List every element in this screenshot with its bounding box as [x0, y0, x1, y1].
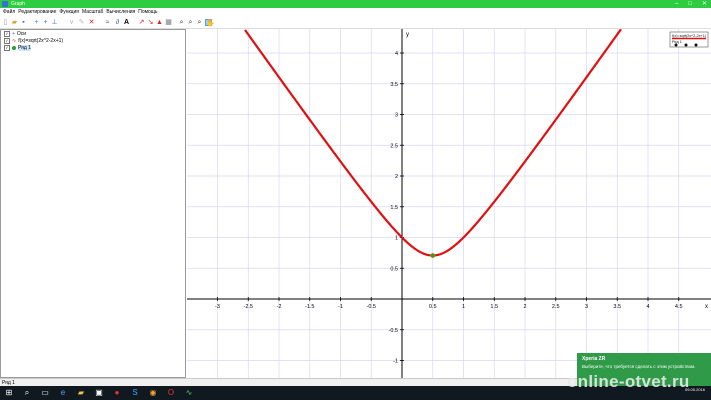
- y-tick-label: 3: [395, 113, 398, 119]
- app-icon: [2, 1, 8, 7]
- y-axis-label: y: [406, 32, 409, 38]
- title-bar: Graph – □ ✕: [0, 0, 711, 8]
- function-list-panel: ✓ + Оси ✓ ∿ f(x)=sqrt(2x^2-2x+1) ✓ Ряд 1: [0, 29, 186, 378]
- tree-item-label: Ряд 1: [18, 45, 31, 51]
- maximize-button[interactable]: □: [688, 0, 692, 8]
- delete-icon[interactable]: ✕: [88, 19, 95, 26]
- new-file-icon[interactable]: ▯: [2, 19, 9, 26]
- grid: [187, 29, 711, 378]
- menu-function[interactable]: Функция: [59, 8, 79, 17]
- save-icon[interactable]: ▪: [20, 19, 27, 26]
- x-tick-label: 2: [523, 304, 526, 310]
- x-tick-label: -1: [338, 304, 343, 310]
- start-icon[interactable]: ⊞: [4, 388, 14, 398]
- x-tick-label: -3: [215, 304, 220, 310]
- zoom-out-icon[interactable]: ⌕: [187, 19, 194, 26]
- tree-item-label: Оси: [16, 31, 27, 37]
- x-tick-label: 4: [646, 304, 649, 310]
- x-tick-label: 0.5: [429, 304, 437, 310]
- menu-bar: Файл Редактирование Функция Масштаб Вычи…: [0, 8, 711, 17]
- toolbar: ▯ ▰ ▪ + + ⊥ ∨ ✎ ✕ ≈ ∂ A ↗ ↘ ▲ ▦ ⌕ ⌕ ⌕ ✋: [0, 17, 711, 29]
- insert-tangent-icon[interactable]: +: [42, 19, 49, 26]
- edge-icon[interactable]: e: [58, 388, 68, 398]
- app-icon-2[interactable]: ◉: [148, 388, 158, 398]
- y-tick-label: 4: [395, 51, 398, 57]
- x-tick-label: -2: [277, 304, 282, 310]
- x-tick-label: -2.5: [244, 304, 253, 310]
- explorer-icon[interactable]: ▰: [76, 388, 86, 398]
- checkbox-icon[interactable]: ✓: [4, 45, 10, 51]
- legend-label: f(x)=sqrt(2x^2-2x+1): [672, 34, 707, 38]
- insert-series-icon[interactable]: ⊥: [51, 19, 58, 26]
- checkbox-icon[interactable]: ✓: [4, 38, 10, 44]
- legend-marker: [694, 43, 698, 47]
- tree-item-function[interactable]: ✓ ∿ f(x)=sqrt(2x^2-2x+1): [4, 38, 63, 44]
- tree-item-series[interactable]: ✓ Ряд 1: [4, 45, 31, 51]
- toast-body: Выберите, что требуется сделать с этим у…: [582, 364, 696, 369]
- y-tick-label: -0.5: [389, 328, 398, 334]
- x-tick-label: -1.5: [305, 304, 314, 310]
- task-view-icon[interactable]: ▭: [40, 388, 50, 398]
- ticks: -3 -2.5 -2 -1.5 -1 -0.5 0.5 1 1.5 2 2.5 3 3.5 4 4.5 -1 -…: [215, 51, 683, 365]
- insert-label-icon[interactable]: ≈: [104, 19, 111, 26]
- axes-icon[interactable]: ∂: [114, 19, 121, 26]
- y-tick-label: 1.5: [390, 205, 398, 211]
- window-title: Graph: [11, 1, 25, 7]
- zoom-in-icon[interactable]: ⌕: [178, 19, 185, 26]
- tree-item-axes[interactable]: ✓ + Оси: [4, 31, 26, 37]
- skype-icon[interactable]: S: [130, 388, 140, 398]
- zoom-standard-icon[interactable]: ⌕: [196, 19, 203, 26]
- legend-label: Ряд 1: [672, 40, 682, 44]
- open-icon[interactable]: ▰: [11, 19, 18, 26]
- zoom-icon[interactable]: ↗: [138, 19, 145, 26]
- tree-item-label: f(x)=sqrt(2x^2-2x+1): [18, 38, 64, 44]
- y-tick-label: 1: [395, 236, 398, 242]
- x-tick-label: 3.5: [613, 304, 621, 310]
- y-tick-label: 3.5: [390, 82, 398, 88]
- watermark: online-otvet.ru: [567, 372, 690, 391]
- axes: yx: [187, 29, 711, 378]
- legend[interactable]: f(x)=sqrt(2x^2-2x+1) Ряд 1: [669, 31, 709, 48]
- app-icon-1[interactable]: ●: [112, 388, 122, 398]
- point-icon: [12, 46, 16, 50]
- zoom-window-icon[interactable]: ↘: [147, 19, 154, 26]
- x-tick-label: 2.5: [552, 304, 560, 310]
- menu-help[interactable]: Помощь: [138, 8, 157, 17]
- x-tick-label: 3: [585, 304, 588, 310]
- store-icon[interactable]: ▣: [94, 388, 104, 398]
- insert-function-icon[interactable]: +: [33, 19, 40, 26]
- y-tick-label: 2: [395, 174, 398, 180]
- x-tick-label: 1.5: [490, 304, 498, 310]
- text-icon[interactable]: A: [123, 19, 130, 26]
- search-icon[interactable]: ⌕: [22, 388, 32, 398]
- menu-edit[interactable]: Редактирование: [18, 8, 56, 17]
- toast-title: Xperia ZR: [582, 356, 606, 362]
- minimize-button[interactable]: –: [675, 0, 678, 8]
- x-tick-label: 4.5: [675, 304, 683, 310]
- series-point: [430, 253, 436, 258]
- x-tick-label: 1: [462, 304, 465, 310]
- x-tick-label: -0.5: [367, 304, 376, 310]
- edit-icon[interactable]: ✎: [78, 19, 85, 26]
- table-icon[interactable]: ▦: [165, 19, 172, 26]
- y-tick-label: 2.5: [390, 143, 398, 149]
- move-icon[interactable]: ▲: [156, 19, 163, 26]
- legend-marker: [674, 43, 678, 47]
- y-tick-label: 0.5: [390, 266, 398, 272]
- y-tick-label: -1: [393, 359, 398, 365]
- close-button[interactable]: ✕: [702, 0, 707, 8]
- plot-area[interactable]: yx -3 -2.5 -2 -1.5 -1 -0.5 0.5 1 1.5 2 2.5 3 3.5 4 4.5…: [187, 29, 711, 378]
- menu-calc[interactable]: Вычисления: [106, 8, 135, 17]
- menu-zoom[interactable]: Масштаб: [82, 8, 103, 17]
- checkbox-icon[interactable]: ✓: [4, 31, 10, 37]
- axes-icon: +: [12, 31, 15, 37]
- x-axis-label: x: [705, 304, 708, 310]
- hand-tool-icon[interactable]: ✋: [205, 19, 215, 27]
- undo-icon[interactable]: ∨: [68, 19, 75, 26]
- opera-icon[interactable]: O: [166, 388, 176, 398]
- menu-file[interactable]: Файл: [3, 8, 15, 17]
- graph-app-icon[interactable]: ∿: [184, 388, 194, 398]
- curve-icon: ∿: [12, 38, 17, 44]
- legend-marker: [684, 43, 688, 47]
